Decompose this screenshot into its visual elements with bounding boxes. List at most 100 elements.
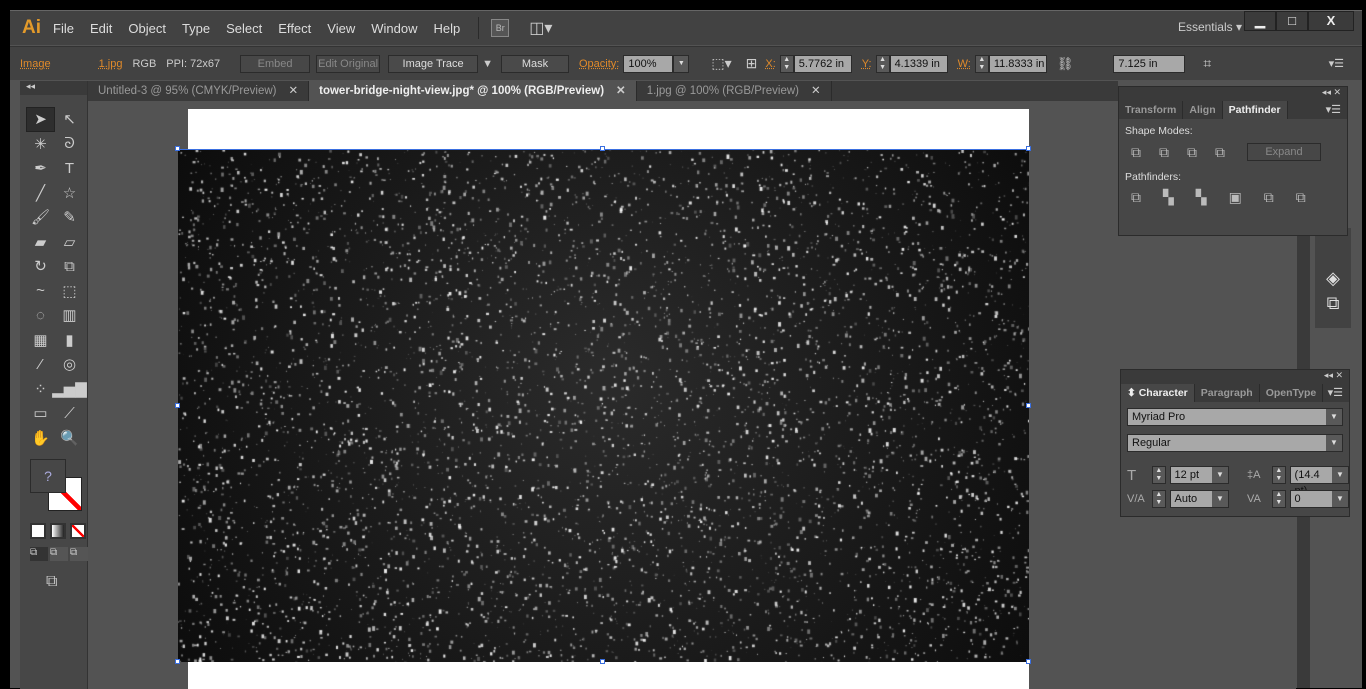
handle-tr[interactable]	[1026, 146, 1031, 151]
gradient-icon[interactable]: ▮	[55, 328, 84, 353]
star-icon[interactable]: ☆	[55, 181, 84, 206]
tab-tower-bridge[interactable]: tower-bridge-night-view.jpg* @ 100% (RGB…	[309, 81, 637, 101]
constrain-proportions-icon[interactable]: ⛓	[1057, 56, 1074, 72]
divide-icon[interactable]: ⧉	[1131, 189, 1141, 206]
draw-normal-icon[interactable]: ⧉	[30, 547, 48, 561]
selection-icon[interactable]: ➤	[26, 107, 55, 132]
arrange-documents-icon[interactable]: ◫▾	[529, 18, 552, 38]
opacity-field[interactable]: 100%	[623, 54, 674, 73]
type-icon[interactable]: T	[55, 156, 84, 181]
tracking-field[interactable]: 0 ▼	[1289, 490, 1349, 508]
crop-icon[interactable]: ▣	[1229, 189, 1242, 206]
handle-br[interactable]	[1026, 659, 1031, 664]
mesh-icon[interactable]: ▦	[26, 328, 55, 353]
h-field[interactable]: 7.125 in	[1113, 54, 1186, 73]
panel-menu-icon[interactable]: ▾☰	[1328, 384, 1349, 402]
tab-paragraph[interactable]: Paragraph	[1195, 384, 1260, 402]
gradient-fill-icon[interactable]	[50, 523, 66, 539]
eyedropper-icon[interactable]: ⁄	[26, 352, 55, 377]
handle-bm[interactable]	[600, 659, 605, 664]
free-transform-icon[interactable]: ⬚	[55, 279, 84, 304]
blend-icon[interactable]: ◎	[55, 352, 84, 377]
minimize-button[interactable]: ▁	[1244, 11, 1276, 31]
unite-icon[interactable]: ⧉	[1131, 144, 1141, 161]
none-icon[interactable]	[70, 523, 86, 539]
opacity-dropdown-icon[interactable]: ▼	[673, 54, 690, 73]
scale-icon[interactable]: ⧉	[55, 254, 84, 279]
zoom-icon[interactable]: 🔍	[55, 426, 84, 451]
magic-wand-icon[interactable]: ✳	[26, 132, 55, 157]
perspective-grid-icon[interactable]: ▥	[55, 303, 84, 328]
image-trace-button[interactable]: Image Trace	[388, 54, 479, 73]
rotate-icon[interactable]: ↻	[26, 254, 55, 279]
opacity-label[interactable]: Opacity:	[579, 58, 619, 70]
eraser-icon[interactable]: ▱	[55, 230, 84, 255]
handle-tm[interactable]	[600, 146, 605, 151]
menu-effect[interactable]: Effect	[278, 21, 311, 36]
intersect-icon[interactable]: ⧉	[1187, 144, 1197, 161]
linked-file-link[interactable]: 1.jpg	[99, 58, 123, 70]
tab-opentype[interactable]: OpenType	[1260, 384, 1324, 402]
close-button[interactable]: X	[1308, 11, 1354, 31]
menu-file[interactable]: File	[53, 21, 74, 36]
hand-icon[interactable]: ✋	[26, 426, 55, 451]
image-trace-dropdown-icon[interactable]: ▼	[482, 58, 493, 70]
workspace-switcher[interactable]: Essentials ▾	[1178, 20, 1242, 34]
pencil-icon[interactable]: ✎	[55, 205, 84, 230]
w-field[interactable]: 11.8333 in	[988, 54, 1047, 73]
minus-back-icon[interactable]: ⧉	[1296, 189, 1306, 206]
canvas-area[interactable]	[88, 101, 1296, 689]
collapse-icon[interactable]: ◂◂	[20, 81, 87, 95]
paintbrush-icon[interactable]: 🖌	[26, 205, 55, 230]
handle-ml[interactable]	[175, 403, 180, 408]
selection-type-link[interactable]: Image	[20, 58, 51, 70]
reference-point-icon[interactable]: ⊞	[746, 55, 758, 72]
line-icon[interactable]: ╱	[26, 181, 55, 206]
handle-bl[interactable]	[175, 659, 180, 664]
layers-icon[interactable]: ◈	[1315, 268, 1351, 289]
tab-untitled-3[interactable]: Untitled-3 @ 95% (CMYK/Preview) ✕	[88, 81, 310, 101]
warp-icon[interactable]: ~	[26, 279, 55, 304]
leading-field[interactable]: (14.4 pt)▼	[1289, 466, 1349, 497]
font-size-stepper[interactable]: ▲ ▼	[1152, 466, 1166, 484]
column-graph-icon[interactable]: ▂▅▇	[52, 377, 87, 402]
close-tab-icon[interactable]: ✕	[288, 85, 298, 97]
tab-transform[interactable]: Transform	[1119, 101, 1184, 119]
leading-stepper[interactable]: ▲ ▼	[1272, 466, 1286, 484]
kerning-stepper[interactable]: ▲ ▼	[1152, 490, 1166, 508]
handle-mr[interactable]	[1026, 403, 1031, 408]
blob-brush-icon[interactable]: ▰	[26, 230, 55, 255]
outline-icon[interactable]: ⧉	[1264, 189, 1274, 206]
x-field[interactable]: 5.7762 in	[793, 54, 852, 73]
shape-builder-icon[interactable]: ◌	[26, 303, 55, 328]
y-field[interactable]: 4.1339 in	[889, 54, 948, 73]
tab-pathfinder[interactable]: Pathfinder	[1222, 101, 1288, 119]
mask-button[interactable]: Mask	[501, 54, 569, 73]
edit-original-button[interactable]: Edit Original	[316, 54, 381, 73]
artboard-icon[interactable]: ▭	[26, 401, 55, 426]
menu-type[interactable]: Type	[182, 21, 210, 36]
menu-view[interactable]: View	[327, 21, 355, 36]
pen-icon[interactable]: ✒	[26, 156, 55, 181]
expand-button[interactable]: Expand	[1247, 143, 1321, 161]
color-icon[interactable]	[30, 523, 46, 539]
merge-icon[interactable]: ▚	[1196, 189, 1207, 206]
exclude-icon[interactable]: ⧉	[1215, 144, 1225, 161]
bridge-button[interactable]: Br	[491, 19, 510, 37]
menu-edit[interactable]: Edit	[90, 21, 112, 36]
transform-icon[interactable]: ⌗	[1203, 55, 1211, 72]
x-stepper[interactable]: ▲ ▼	[779, 54, 794, 73]
draw-behind-icon[interactable]: ⧉	[50, 547, 68, 561]
placed-image-snow[interactable]	[178, 149, 1029, 662]
maximize-button[interactable]: □	[1276, 11, 1308, 31]
minus-front-icon[interactable]: ⧉	[1159, 144, 1169, 161]
menu-select[interactable]: Select	[226, 21, 262, 36]
panel-menu-icon[interactable]: ▾☰	[1329, 57, 1344, 70]
direct-selection-icon[interactable]: ↖	[55, 107, 84, 132]
tab-align[interactable]: Align	[1183, 101, 1223, 119]
kerning-field[interactable]: Auto ▼	[1169, 490, 1229, 508]
w-stepper[interactable]: ▲ ▼	[974, 54, 989, 73]
handle-tl[interactable]	[175, 146, 180, 151]
embed-button[interactable]: Embed	[240, 54, 311, 73]
transform-reference-icon[interactable]: ⬚▾	[711, 55, 731, 72]
